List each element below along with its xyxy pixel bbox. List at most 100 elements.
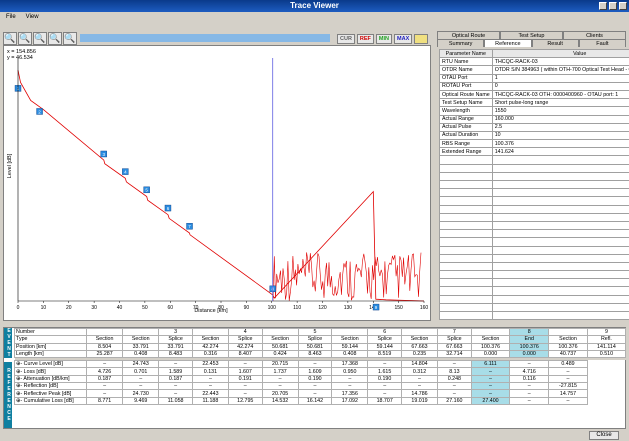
mode-ref-button[interactable]: REF [356, 34, 374, 44]
x-tick-label: 0 [17, 305, 20, 311]
param-row[interactable] [439, 188, 629, 198]
param-row[interactable] [439, 229, 629, 239]
param-cell [439, 253, 493, 263]
param-row[interactable] [439, 220, 629, 231]
trace-plot[interactable]: x = 154.856 y = 46.534 Distance [km] Lev… [3, 45, 431, 321]
param-row[interactable] [439, 155, 629, 165]
close-window-button[interactable] [619, 2, 627, 10]
param-header-0[interactable]: Parameter Name [439, 48, 493, 59]
zoom-out-icon[interactable]: 🔍 [18, 31, 32, 45]
reference-row[interactable]: ⊕- Curve Level [dB] –24.743–22.453–20.715… [14, 360, 626, 369]
param-row[interactable] [439, 204, 629, 214]
trace-chart[interactable]: x = 154.856 y = 46.534 Distance [km] Lev… [4, 46, 432, 322]
param-row[interactable]: Actual Range160.000km [439, 114, 629, 124]
zoom-in-icon[interactable]: 🔍 [3, 31, 17, 45]
reference-row[interactable]: ⊕- Cumulative Loss [dB] 8.771 9.469 11.058 1… [14, 396, 626, 405]
reference-cell: 22.453 [191, 360, 229, 369]
x-tick-label: 10 [41, 305, 47, 311]
reference-cell: 17.368 [331, 360, 369, 369]
tab-fault[interactable]: Fault [578, 39, 626, 47]
param-row[interactable] [439, 261, 629, 272]
reference-cell: 17.356 [331, 389, 369, 398]
event-cell: 0.316 [191, 349, 229, 359]
param-header-1[interactable]: Value [491, 48, 629, 59]
param-row[interactable]: Actual Duration10s [439, 130, 629, 141]
reference-row[interactable]: ⊕- Reflective Peak [dB] –24.730–22.443–20… [14, 389, 626, 398]
trace-scroll-band[interactable] [80, 34, 330, 42]
param-row[interactable]: Optical Route Name THCQC-RACK-03 OTH: 000… [439, 89, 629, 100]
zoom-fit-icon[interactable]: 🔍 [33, 31, 47, 45]
minimize-button[interactable] [599, 2, 607, 10]
param-row[interactable] [439, 302, 629, 313]
event-cell: 6 [367, 327, 402, 337]
close-button[interactable]: Close [589, 431, 619, 440]
event-row[interactable]: Type Section Section Splice Section Splice Sec… [14, 335, 627, 344]
param-cell: OTDR Name [439, 65, 493, 75]
zoom-area-icon[interactable]: 🔍 [48, 31, 62, 45]
tab-clients[interactable]: Clients [563, 31, 626, 39]
menu-view[interactable]: View [26, 12, 39, 23]
event-cell: 50.681 [297, 342, 333, 351]
tab-optical-route[interactable]: Optical Route [437, 31, 500, 39]
reference-row[interactable]: ⊕- Reflection [dB] – – – – – – – – – – – – – -27.815 [14, 382, 626, 391]
reference-cell: 14.786 [400, 389, 439, 398]
mode-color-button[interactable] [414, 34, 429, 44]
param-row[interactable] [439, 237, 629, 247]
param-row[interactable] [439, 286, 629, 296]
event-cell: Splice [227, 335, 263, 344]
param-row[interactable] [439, 278, 629, 288]
reference-cell: 9.469 [122, 396, 160, 405]
tab-reference[interactable]: Reference [484, 39, 532, 47]
event-cell: 100.376 [548, 342, 588, 351]
param-cell [439, 179, 493, 190]
tab-test-setup[interactable]: Test Setup [500, 31, 563, 39]
event-row[interactable]: Position [km] 8.504 33.791 33.791 42.274 42.2… [14, 342, 627, 351]
events-side-tag: EVENTS [4, 328, 12, 364]
param-row[interactable]: Test Setup Name Short pulse-long range [439, 98, 629, 108]
event-cell: 33.791 [122, 342, 160, 351]
param-cell: Short pulse-long range [491, 98, 629, 108]
param-row[interactable] [439, 253, 629, 263]
mode-cur-button[interactable]: CUR [337, 34, 355, 44]
param-row[interactable]: OTAU Port 1 [439, 73, 629, 83]
param-row[interactable]: ROTAU Port 0 [439, 81, 629, 91]
param-row[interactable]: Wavelength1550nm [439, 106, 629, 116]
param-row[interactable] [439, 171, 629, 182]
param-row[interactable] [439, 310, 629, 321]
mode-min-button[interactable]: MIN [375, 34, 393, 44]
reference-cell: – [437, 382, 472, 391]
menu-file[interactable]: File [6, 12, 16, 23]
maximize-button[interactable] [609, 2, 617, 10]
param-row[interactable] [439, 245, 629, 255]
param-row[interactable]: Extended Range141.624km [439, 147, 629, 157]
tab-result[interactable]: Result [531, 39, 579, 47]
reference-row[interactable]: ⊕- Attenuation [dB/km] 0.187–0.187–0.191–… [14, 374, 626, 384]
param-row[interactable]: RTU Name THCQC-RACK-03 [439, 57, 629, 67]
param-row[interactable] [439, 179, 629, 190]
param-row[interactable]: OTDR Name OTDR S/N 384963 ( within OTH-70… [439, 65, 629, 75]
x-tick-label: 70 [193, 305, 199, 311]
reference-row[interactable]: ⊕- Loss [dB] 4.726 0.701 1.589 0.131 1.607 1.7… [14, 367, 626, 376]
reference-cell: 6.111 [470, 360, 511, 369]
param-row[interactable]: Actual Pulse2.5us [439, 122, 629, 132]
reference-cell: – [548, 396, 588, 405]
param-cell: RTU Name [439, 57, 493, 67]
event-row[interactable]: Length [km] 25.287 0.408 8.483 0.316 8.407 0.4… [14, 349, 627, 359]
event-cell: Position [km] [14, 342, 87, 351]
event-cell: 0.424 [261, 349, 299, 359]
param-row[interactable] [439, 294, 629, 304]
zoom-reset-icon[interactable]: 🔍 [63, 31, 77, 45]
param-row[interactable] [439, 163, 629, 173]
event-row[interactable]: Number 3 4 5 6 7 8 9 [14, 327, 627, 337]
event-cell: 0.408 [122, 349, 160, 359]
param-row[interactable] [439, 196, 629, 206]
param-row[interactable]: RBS Range100.376km [439, 139, 629, 149]
param-cell [491, 204, 629, 214]
reference-cell: – [470, 367, 511, 376]
tab-summary[interactable]: Summary [437, 39, 485, 47]
param-row[interactable] [439, 270, 629, 280]
event-cell: 0.235 [400, 349, 439, 359]
mode-max-button[interactable]: MAX [394, 34, 413, 44]
param-row[interactable] [439, 212, 629, 222]
reference-cell: 14.804 [400, 360, 439, 369]
